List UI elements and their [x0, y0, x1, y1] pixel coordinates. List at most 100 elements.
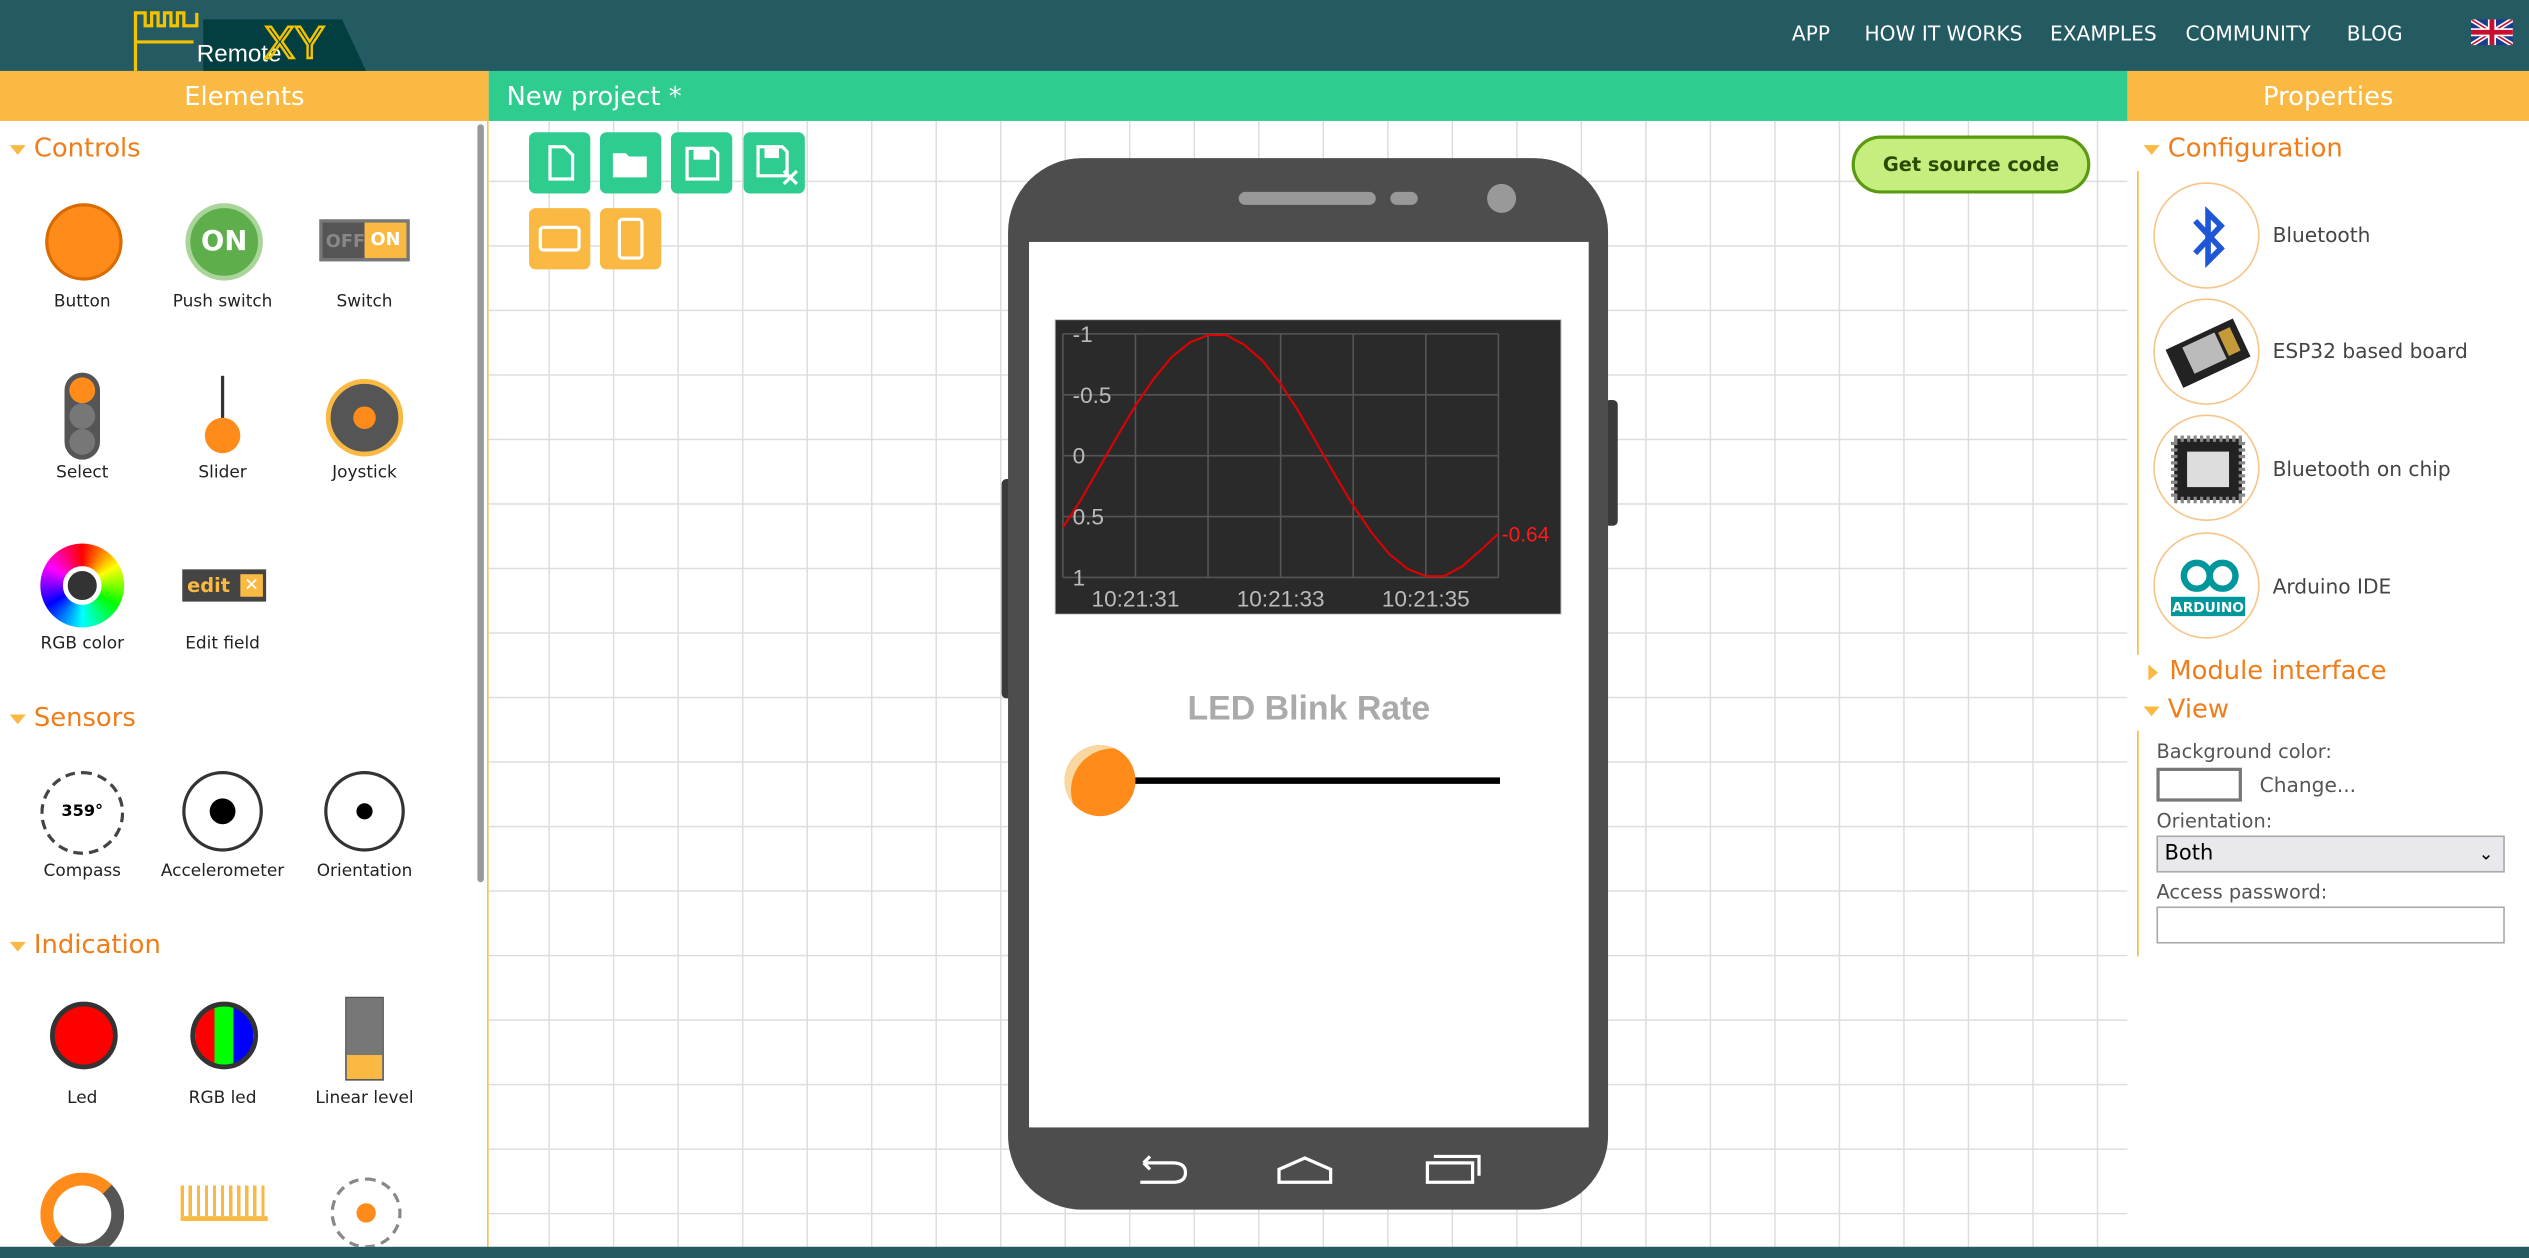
access-password-input[interactable]: [2156, 906, 2505, 944]
accelerometer-icon[interactable]: [182, 770, 263, 852]
section-indication[interactable]: Indication: [9, 929, 161, 960]
recent-apps-icon: [1425, 1154, 1481, 1184]
slider-icon[interactable]: [202, 375, 244, 457]
level-indicator-icon[interactable]: [180, 1185, 268, 1221]
close-icon: ✕: [240, 574, 263, 597]
icon-text: edit: [187, 574, 230, 597]
section-title: Module interface: [2169, 654, 2387, 686]
get-source-code-button[interactable]: Get source code: [1851, 135, 2091, 194]
element-label: Select: [56, 462, 109, 483]
save-button[interactable]: [670, 132, 733, 194]
orientation-icon[interactable]: [324, 770, 405, 852]
bottom-bar: [0, 1246, 2529, 1258]
element-label: Compass: [43, 861, 121, 881]
svg-text:ARDUINO: ARDUINO: [2172, 600, 2244, 616]
led-icon[interactable]: [49, 1001, 118, 1070]
phone-speaker: [1238, 191, 1376, 205]
back-icon: [1140, 1155, 1188, 1184]
joystick-icon[interactable]: [325, 379, 404, 457]
properties-panel: Configuration Bluetooth ESP32 based boar…: [2127, 120, 2529, 1247]
new-file-icon: [548, 145, 575, 181]
top-bar: Remote XY APP HOW IT WORKS EXAMPLES COMM…: [0, 0, 2529, 71]
element-label: Edit field: [185, 633, 260, 654]
button-icon[interactable]: [45, 203, 123, 281]
esp32-option[interactable]: [2153, 298, 2260, 405]
access-password-label: Access password:: [2156, 880, 2328, 904]
dial-icon[interactable]: [330, 1177, 402, 1247]
rgb-color-icon[interactable]: [40, 543, 125, 628]
nav-examples[interactable]: EXAMPLES: [2050, 21, 2157, 45]
bluetooth-option[interactable]: [2153, 182, 2260, 289]
switch-icon[interactable]: OFF ON: [319, 219, 410, 262]
nav-app[interactable]: APP: [1792, 21, 1830, 45]
portrait-button[interactable]: [599, 208, 662, 270]
slider-knob[interactable]: [1064, 745, 1136, 817]
element-label: Accelerometer: [160, 861, 285, 881]
phone-frame: -1 -0.5 0 0.5 1 10:21:31 10:21:33 10:21:35 -0.64…: [1008, 158, 1609, 1210]
arduino-logo: ARDUINO: [2170, 559, 2246, 617]
open-folder-icon: [612, 153, 647, 178]
element-label: Linear level: [315, 1088, 414, 1109]
edit-field-icon[interactable]: edit ✕: [182, 569, 267, 602]
section-view[interactable]: View: [2143, 694, 2229, 724]
config-label[interactable]: Bluetooth: [2273, 223, 2371, 247]
config-label[interactable]: ESP32 based board: [2273, 339, 2468, 363]
slider-track[interactable]: [1099, 777, 1500, 784]
linear-level-icon[interactable]: [345, 996, 384, 1081]
nav-blog[interactable]: BLOG: [2347, 21, 2403, 45]
y-tick-label: -1: [1073, 322, 1093, 347]
caret-down-icon: [2143, 144, 2160, 155]
change-color-link[interactable]: Change...: [2260, 773, 2356, 797]
svg-text:XY: XY: [265, 17, 325, 68]
config-label[interactable]: Arduino IDE: [2273, 574, 2392, 598]
save-as-button[interactable]: [743, 132, 805, 194]
arduino-ide-option[interactable]: ARDUINO: [2153, 532, 2260, 639]
compass-icon[interactable]: 359°: [40, 770, 125, 855]
online-graph[interactable]: -1 -0.5 0 0.5 110:21:31 10:21:33 10:21:35 -0.64: [1054, 319, 1562, 615]
element-label: Led: [67, 1088, 98, 1109]
element-label: Joystick: [332, 462, 397, 483]
section-configuration[interactable]: Configuration: [2143, 132, 2343, 163]
element-label: Orientation: [316, 861, 413, 881]
chip-icon: [2170, 435, 2246, 504]
workspace-canvas[interactable]: Get source code -1 -0.5 0 0.5 1 10:21:31 10:21…: [488, 120, 2128, 1247]
y-tick-label: -0.5: [1073, 383, 1112, 408]
last-value-label: -0.64: [1502, 524, 1550, 547]
caret-down-icon: [9, 713, 26, 724]
icon-text: OFF: [325, 230, 366, 252]
background-color-swatch[interactable]: [2156, 767, 2242, 802]
scrollbar[interactable]: [477, 124, 484, 883]
section-module-interface[interactable]: Module interface: [2144, 654, 2387, 686]
open-project-button[interactable]: [599, 132, 662, 194]
phone-screen: -1 -0.5 0 0.5 1 10:21:31 10:21:33 10:21:35 -0.64…: [1029, 241, 1589, 1128]
esp32-board-icon: [2165, 318, 2251, 388]
portrait-icon: [617, 217, 644, 260]
landscape-button[interactable]: [529, 208, 591, 270]
gauge-icon[interactable]: [40, 1172, 125, 1247]
bluetooth-chip-option[interactable]: [2153, 414, 2260, 521]
orientation-select[interactable]: Both ⌄: [2156, 835, 2505, 873]
uk-flag-icon[interactable]: [2470, 19, 2513, 46]
properties-title: Properties: [2127, 70, 2529, 121]
element-label: Button: [53, 291, 111, 312]
nav-community[interactable]: COMMUNITY: [2185, 21, 2310, 45]
select-icon[interactable]: [64, 372, 100, 460]
push-switch-icon[interactable]: ON: [185, 203, 263, 281]
section-sensors[interactable]: Sensors: [9, 702, 136, 732]
caret-down-icon: [9, 144, 26, 155]
section-title: Controls: [33, 132, 141, 163]
new-project-button[interactable]: [529, 132, 591, 194]
remotexy-logo[interactable]: Remote XY: [132, 6, 374, 71]
icon-text: 359°: [61, 803, 104, 821]
caret-down-icon: [9, 941, 26, 951]
rgb-led-icon[interactable]: [190, 1001, 259, 1070]
x-tick-label: 10:21:33: [1237, 586, 1325, 611]
section-controls[interactable]: Controls: [9, 132, 141, 163]
elements-title: Elements: [0, 70, 489, 121]
config-label[interactable]: Bluetooth on chip: [2273, 456, 2451, 480]
orientation-label: Orientation:: [2156, 809, 2273, 833]
element-label: Slider: [198, 462, 247, 483]
nav-how-it-works[interactable]: HOW IT WORKS: [1865, 21, 2023, 45]
background-color-label: Background color:: [2156, 740, 2332, 763]
icon-text: ON: [364, 222, 407, 259]
